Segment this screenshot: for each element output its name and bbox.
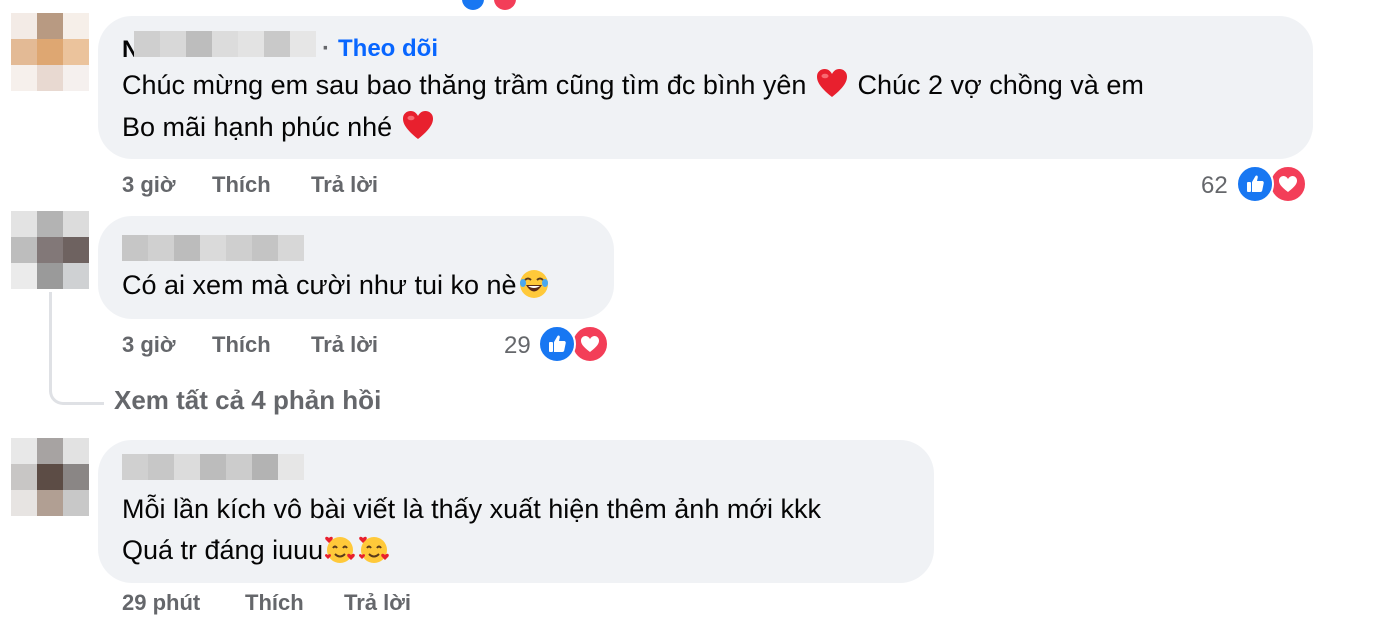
follow-link[interactable]: Theo dõi [338, 35, 438, 63]
top-like-icon [460, 0, 486, 12]
red-heart-icon [816, 69, 847, 97]
follow-separator: · [322, 35, 330, 62]
avatar[interactable] [11, 438, 89, 516]
comment-text-line: Bo mãi hạnh phúc nhé [122, 106, 436, 148]
comment-time[interactable]: 3 giờ [122, 332, 176, 358]
blurred-author-name[interactable] [122, 454, 304, 480]
face-with-tears-of-joy-icon [519, 270, 548, 298]
thread-line [49, 292, 104, 405]
like-reaction-icon[interactable] [1236, 165, 1274, 203]
comment-text-line: Quá tr đáng iuuu [122, 529, 391, 571]
reply-button[interactable]: Trả lời [311, 172, 378, 198]
blurred-author-name[interactable] [122, 235, 304, 261]
view-all-replies-link[interactable]: Xem tất cả 4 phản hồi [114, 385, 381, 416]
reply-button[interactable]: Trả lời [344, 590, 411, 616]
smiling-face-with-hearts-icon [325, 536, 355, 563]
avatar[interactable] [11, 13, 89, 91]
like-button[interactable]: Thích [212, 172, 271, 198]
comment-time[interactable]: 29 phút [122, 590, 200, 616]
red-heart-icon [402, 111, 433, 139]
comment-text-part: Chúc 2 vợ chồng và em [857, 70, 1144, 100]
comment-text-part: Có ai xem mà cười như tui ko nè [122, 270, 517, 300]
like-reaction-icon[interactable] [538, 325, 576, 363]
comment-text: Mỗi lần kích vô bài viết là thấy xuất hi… [122, 488, 821, 530]
reaction-count[interactable]: 29 [504, 332, 531, 360]
reaction-count[interactable]: 62 [1201, 172, 1228, 200]
blurred-author-name [134, 31, 316, 57]
top-love-icon [492, 0, 518, 12]
like-button[interactable]: Thích [212, 332, 271, 358]
comment-time[interactable]: 3 giờ [122, 172, 176, 198]
comment-text-part: Mỗi lần kích vô bài viết là thấy xuất hi… [122, 494, 822, 524]
love-reaction-icon[interactable] [571, 325, 609, 363]
comment-text-part: Bo mãi hạnh phúc nhé [122, 112, 393, 142]
comment-text: Có ai xem mà cười như tui ko nè [122, 264, 551, 306]
like-button[interactable]: Thích [245, 590, 304, 616]
comment-text-part: Chúc mừng em sau bao thăng trầm cũng tìm… [122, 70, 807, 100]
comment-text-part: Quá tr đáng iuuu [122, 535, 324, 565]
avatar[interactable] [11, 211, 89, 289]
reply-button[interactable]: Trả lời [311, 332, 378, 358]
love-reaction-icon[interactable] [1269, 165, 1307, 203]
smiling-face-with-hearts-icon [359, 536, 389, 563]
comment-text: Chúc mừng em sau bao thăng trầm cũng tìm… [122, 64, 1144, 106]
